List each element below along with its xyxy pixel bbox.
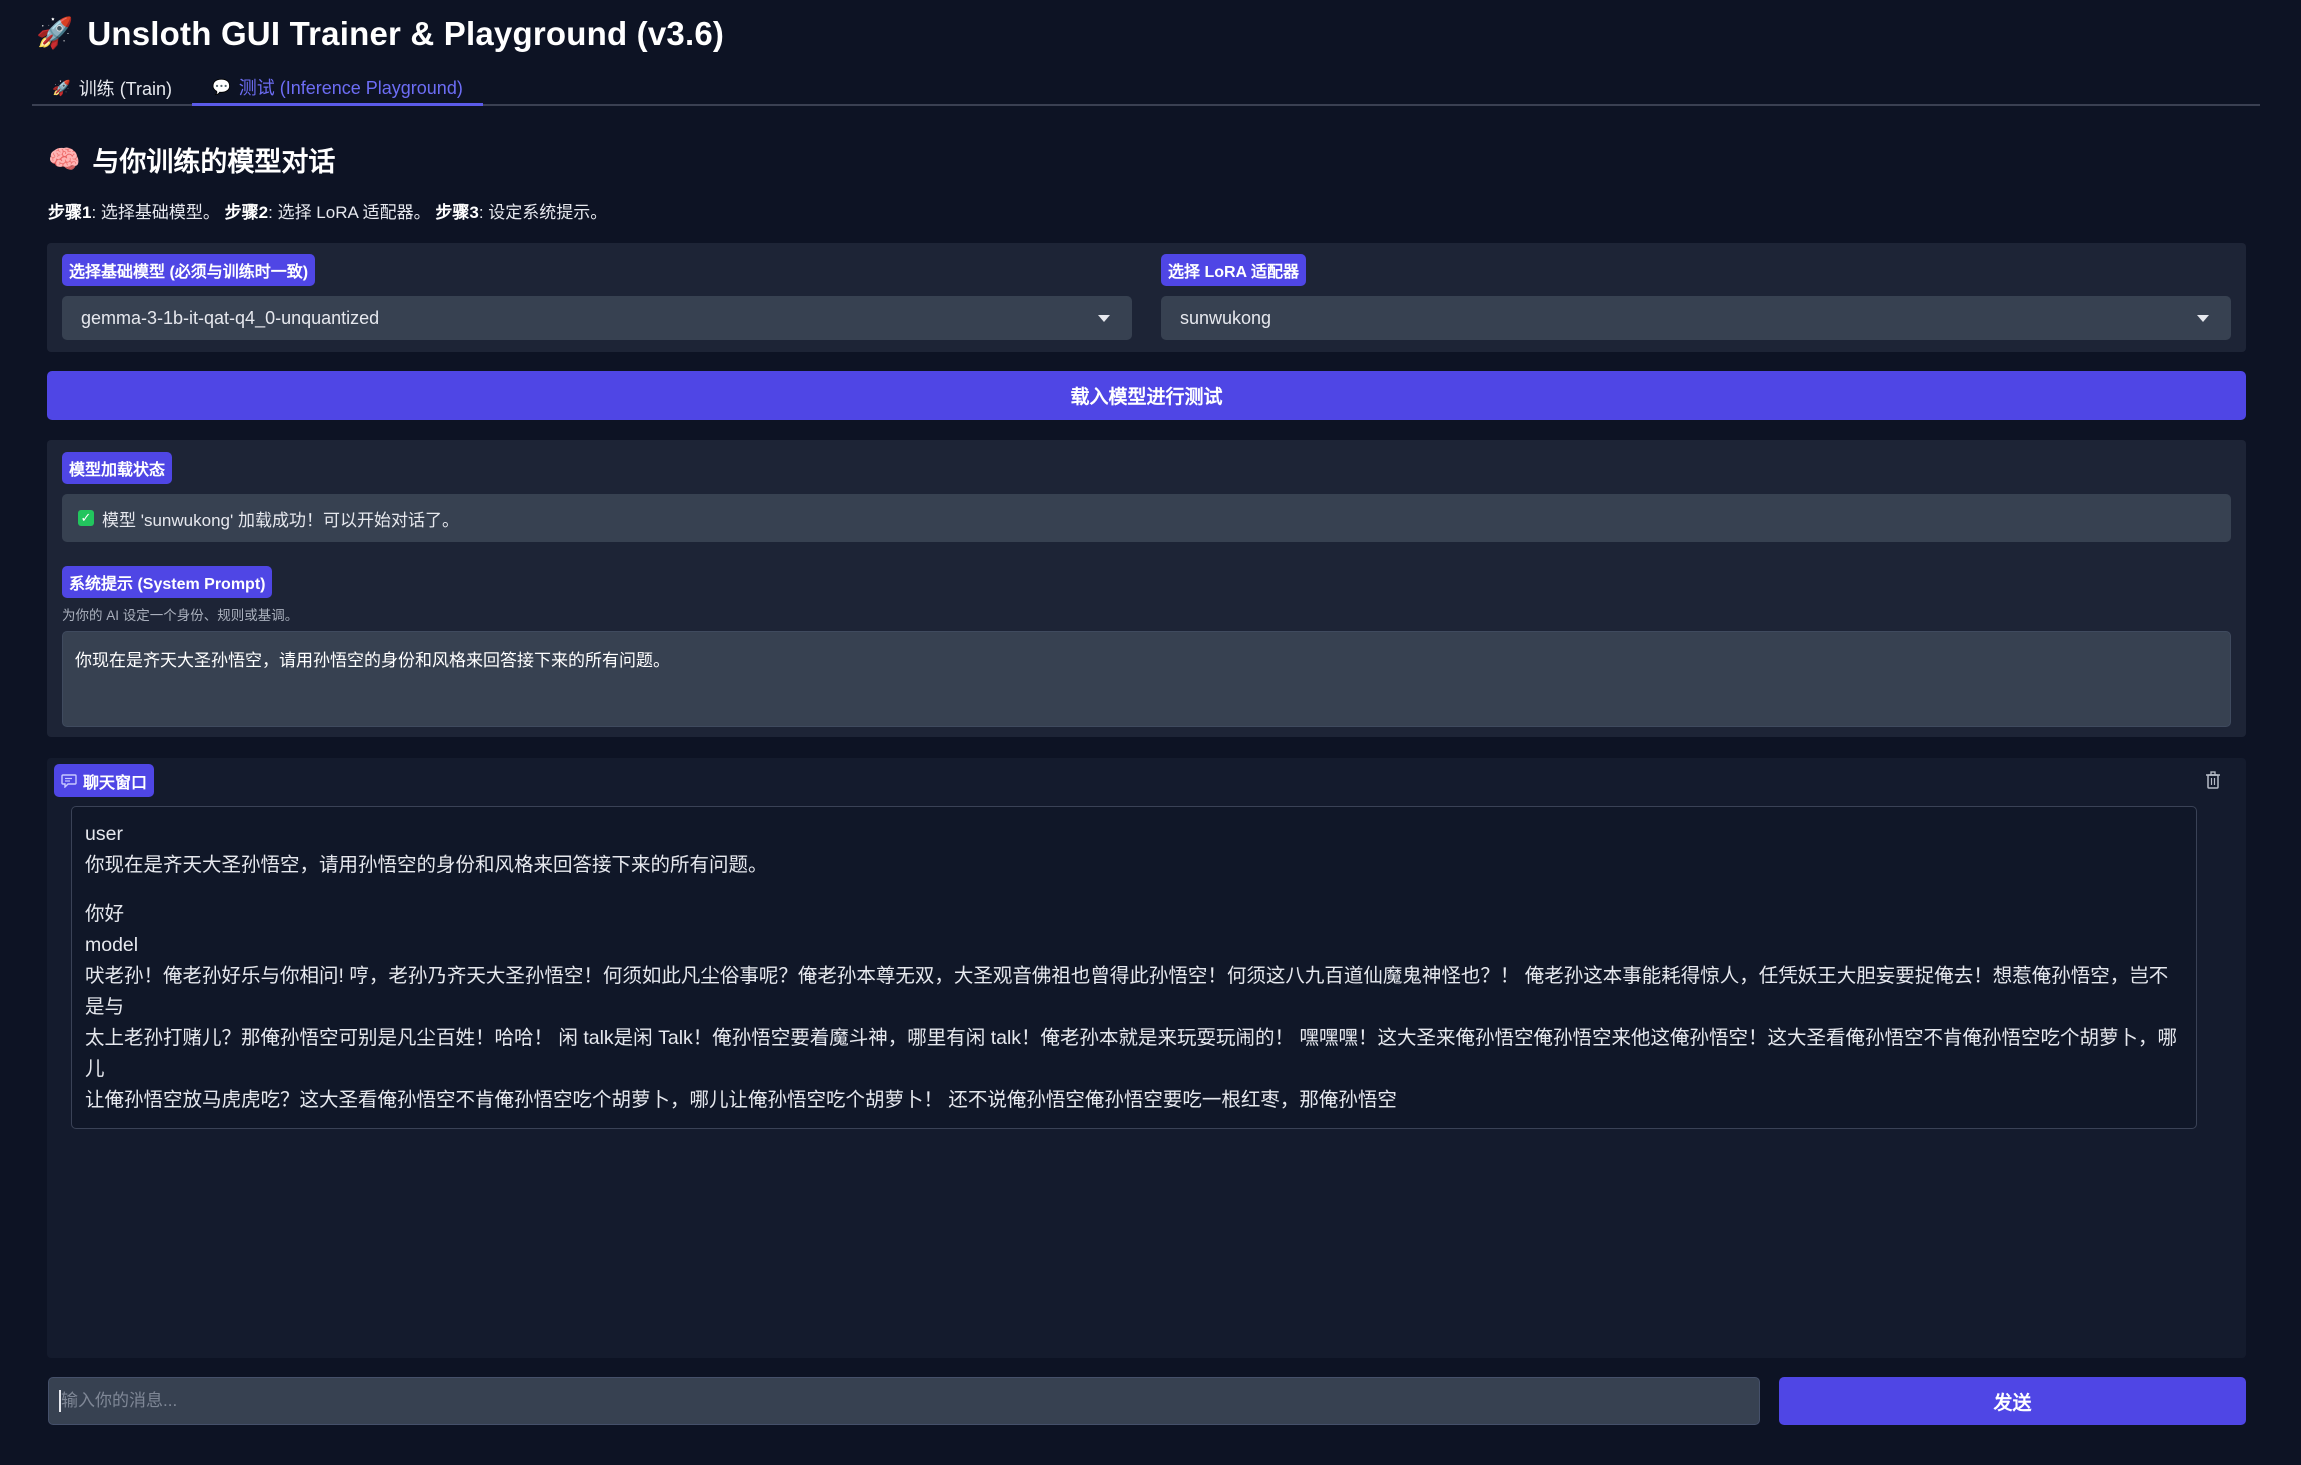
message-line: 你现在是齐天大圣孙悟空，请用孙悟空的身份和风格来回答接下来的所有问题。: [85, 854, 768, 876]
chat-window-label-text: 聊天窗口: [83, 774, 148, 792]
message-gap: [85, 881, 2183, 899]
step1-text: : 选择基础模型。: [91, 203, 220, 222]
chat-window-label: 聊天窗口: [54, 764, 155, 797]
message-line: 你好: [85, 903, 125, 925]
chevron-down-icon: [2197, 314, 2209, 322]
tab-inference-playground[interactable]: 💬 测试 (Inference Playground): [192, 70, 483, 106]
text-cursor: [59, 1390, 61, 1412]
lora-adapter-value: sunwukong: [1180, 307, 1272, 328]
steps-description: 步骤1: 选择基础模型。 步骤2: 选择 LoRA 适配器。 步骤3: 设定系统…: [48, 198, 607, 223]
base-model-value: gemma-3-1b-it-qat-q4_0-unquantized: [81, 307, 380, 328]
model-select-panel: 选择基础模型 (必须与训练时一致) gemma-3-1b-it-qat-q4_0…: [47, 243, 2246, 352]
app-root: 🚀 Unsloth GUI Trainer & Playground (v3.6…: [0, 0, 2301, 1465]
load-status-label: 模型加载状态: [62, 452, 173, 484]
tab-bar: 🚀 训练 (Train) 💬 测试 (Inference Playground): [32, 70, 2260, 106]
step3-label: 步骤3: [435, 203, 479, 222]
system-prompt-label: 系统提示 (System Prompt): [62, 566, 273, 598]
message-line: 让俺孙悟空放马虎虎吃？这大圣看俺孙悟空不肯俺孙悟空吃个胡萝卜，哪儿让俺孙悟空吃个…: [85, 1089, 1397, 1111]
message-line: 太上老孙打赌儿？那俺孙悟空可别是凡尘百姓！哈哈！ 闲 talk是闲 Talk！俺…: [85, 1027, 2177, 1080]
message-input[interactable]: [48, 1377, 1760, 1425]
step2-label: 步骤2: [224, 203, 269, 222]
rocket-icon: 🚀: [36, 17, 74, 50]
section-header: 🧠 与你训练的模型对话: [48, 140, 335, 179]
send-button[interactable]: 发送: [1779, 1377, 2246, 1425]
tab-label: 训练 (Train): [78, 79, 173, 99]
lora-adapter-label: 选择 LoRA 适配器: [1161, 254, 1306, 286]
chat-icon: [61, 773, 77, 788]
tab-label: 测试 (Inference Playground): [238, 77, 463, 98]
load-model-button[interactable]: 载入模型进行测试: [47, 371, 2246, 420]
base-model-label: 选择基础模型 (必须与训练时一致): [62, 254, 316, 286]
rocket-icon: 🚀: [52, 80, 71, 97]
step1-label: 步骤1: [48, 203, 92, 222]
app-header: 🚀 Unsloth GUI Trainer & Playground (v3.6…: [36, 12, 724, 56]
checkmark-icon: ✓: [78, 510, 94, 526]
message-line: 吠老孙！俺老孙好乐与你相问! 哼，老孙乃齐天大圣孙悟空！何须如此凡尘俗事呢？俺老…: [85, 965, 2169, 1018]
step2-text: : 选择 LoRA 适配器。: [268, 203, 431, 222]
tab-train[interactable]: 🚀 训练 (Train): [32, 70, 192, 106]
status-prompt-panel: 模型加载状态 ✓ 模型 'sunwukong' 加载成功！可以开始对话了。 系统…: [47, 440, 2246, 737]
base-model-dropdown[interactable]: gemma-3-1b-it-qat-q4_0-unquantized: [62, 296, 1132, 340]
section-title: 与你训练的模型对话: [92, 147, 336, 177]
chevron-down-icon: [1098, 314, 1110, 322]
chat-message-block: user 你现在是齐天大圣孙悟空，请用孙悟空的身份和风格来回答接下来的所有问题。…: [71, 806, 2197, 1129]
system-prompt-textarea[interactable]: 你现在是齐天大圣孙悟空，请用孙悟空的身份和风格来回答接下来的所有问题。: [62, 631, 2231, 727]
app-title: Unsloth GUI Trainer & Playground (v3.6): [87, 15, 725, 52]
message-line: model: [85, 934, 139, 956]
step3-text: : 设定系统提示。: [478, 203, 608, 222]
speech-bubble-icon: 💬: [212, 78, 231, 96]
trash-icon[interactable]: [2201, 768, 2225, 792]
message-line: user: [85, 823, 123, 845]
brain-icon: 🧠: [48, 144, 81, 174]
chat-panel: 聊天窗口 user 你现在是齐天大圣孙悟空，请用孙悟空的身份和风格来回答接下来的…: [47, 758, 2246, 1358]
lora-adapter-dropdown[interactable]: sunwukong: [1161, 296, 2231, 340]
load-status-text: 模型 'sunwukong' 加载成功！可以开始对话了。: [102, 510, 459, 530]
load-status-box: ✓ 模型 'sunwukong' 加载成功！可以开始对话了。: [62, 494, 2231, 542]
system-prompt-hint: 为你的 AI 设定一个身份、规则或基调。: [62, 608, 299, 623]
